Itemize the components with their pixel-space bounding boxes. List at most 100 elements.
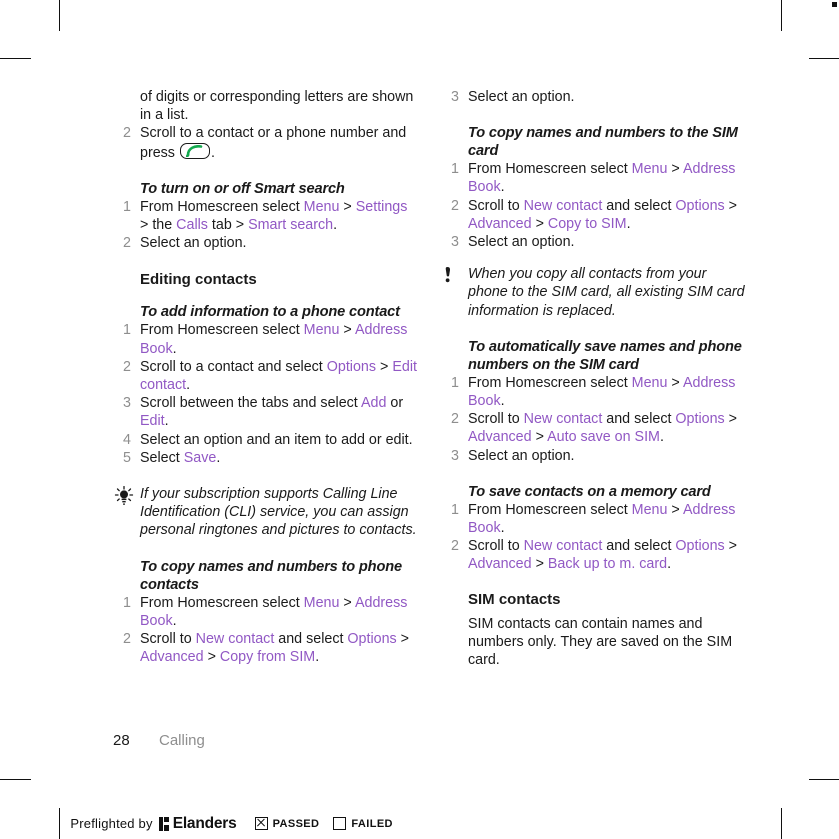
step-number: 2 — [451, 411, 459, 428]
step-number: 2 — [123, 125, 131, 142]
step-number: 5 — [123, 449, 131, 466]
elanders-mark-icon — [158, 816, 170, 831]
step-text: Select Save. — [140, 449, 221, 466]
list-item: 1 From Homescreen select Menu > Address … — [441, 501, 747, 537]
step-number: 1 — [123, 198, 131, 215]
preflight-divider — [59, 808, 61, 839]
ui-term: New contact — [523, 411, 603, 428]
task-heading-copy-to-phone: To copy names and numbers to phone conta… — [140, 558, 402, 593]
passed-checkbox-icon — [254, 817, 268, 830]
task-heading-copy-to-sim: To copy names and numbers to the SIM car… — [468, 125, 738, 160]
preflight-bar: Preflighted by Elanders PASSED FAILED — [59, 808, 393, 839]
exclamation-note-icon — [441, 266, 463, 286]
step-number: 1 — [451, 161, 459, 178]
note-text: When you copy all contacts from your pho… — [468, 266, 745, 319]
list-item: 1 From Homescreen select Menu > Address … — [441, 374, 747, 410]
ui-term: Add — [360, 395, 387, 412]
ui-term: Options — [675, 197, 725, 214]
step-number: 1 — [123, 322, 131, 339]
note-callout: When you copy all contacts from your pho… — [441, 265, 747, 320]
manual-page: of digits or corresponding letters are s… — [0, 0, 839, 839]
step-number: 1 — [123, 594, 131, 611]
ui-term: Save — [183, 449, 217, 466]
step-text: Select an option. — [468, 234, 575, 251]
list-item: 3 Select an option. — [441, 233, 747, 251]
step-text-after: . — [210, 144, 215, 161]
ui-term: Options — [347, 631, 397, 648]
list-item: 2 Scroll to a contact or a phone number … — [113, 124, 419, 161]
ui-term: Options — [675, 411, 725, 428]
step-text: From Homescreen select Menu > Address Bo… — [468, 374, 736, 410]
list-item: 3 Select an option. — [441, 88, 747, 106]
list-item: 4 Select an option and an item to add or… — [113, 431, 419, 449]
ui-term: Advanced — [468, 556, 532, 573]
step-number: 3 — [123, 395, 131, 412]
section-heading-editing-contacts: Editing contacts — [140, 271, 257, 289]
step-text: From Homescreen select Menu > Address Bo… — [140, 594, 408, 629]
continued-step-text: of digits or corresponding letters are s… — [140, 89, 414, 124]
list-item: 5 Select Save. — [113, 449, 419, 467]
ui-term: Menu — [631, 501, 668, 518]
preflight-failed-status: FAILED — [333, 817, 393, 830]
preflight-passed-status: PASSED — [254, 817, 320, 830]
ui-term: Settings — [355, 198, 408, 215]
passed-label: PASSED — [272, 817, 320, 830]
list-item: 3 Scroll between the tabs and select Add… — [113, 394, 419, 430]
failed-checkbox-icon — [333, 817, 347, 830]
step-text: From Homescreen select Menu > Settings >… — [140, 198, 408, 234]
list-item: 2 Select an option. — [113, 234, 419, 252]
right-column: 3 Select an option. To copy names and nu… — [441, 88, 747, 669]
copy-to-phone-steps: 1 From Homescreen select Menu > Address … — [113, 594, 419, 667]
ui-term: Menu — [631, 161, 668, 178]
chapter-name: Calling — [159, 732, 205, 749]
green-call-key-icon — [179, 142, 210, 159]
tip-callout: If your subscription supports Calling Li… — [113, 485, 419, 540]
sim-contacts-text: SIM contacts can contain names and numbe… — [468, 615, 733, 669]
step-number: 2 — [451, 197, 459, 214]
page-footer: 28 Calling — [113, 731, 205, 751]
ui-term: Options — [675, 538, 725, 555]
list-item: 2 Scroll to New contact and select Optio… — [113, 630, 419, 666]
step-text: Select an option. — [468, 89, 575, 105]
ui-term: Advanced — [468, 215, 532, 232]
copy-to-sim-steps: 1 From Homescreen select Menu > Address … — [441, 160, 747, 251]
step-text: Scroll to New contact and select Options… — [468, 538, 738, 573]
add-info-steps: 1 From Homescreen select Menu > Address … — [113, 321, 419, 467]
preflight-prefix: Preflighted by — [70, 816, 153, 831]
step-number: 3 — [451, 89, 459, 105]
step-number: 3 — [451, 234, 459, 251]
step-text: Scroll to a contact and select Options >… — [140, 358, 417, 394]
ui-term: Menu — [631, 374, 668, 391]
step-text: From Homescreen select Menu > Address Bo… — [140, 322, 408, 357]
elanders-wordmark: Elanders — [172, 814, 237, 832]
step-text: From Homescreen select Menu > Address Bo… — [468, 501, 736, 537]
step-text: Select an option. — [140, 235, 247, 252]
list-item: 1 From Homescreen select Menu > Settings… — [113, 198, 419, 234]
lightbulb-tip-icon — [113, 485, 135, 506]
ui-term: Calls — [176, 217, 208, 234]
ui-term: New contact — [523, 538, 603, 555]
ui-term: Auto save on SIM — [547, 429, 660, 446]
smart-search-steps: 1 From Homescreen select Menu > Settings… — [113, 198, 419, 253]
ui-term: Advanced — [140, 649, 204, 666]
step-number: 4 — [123, 431, 131, 448]
ui-term: New contact — [523, 197, 603, 214]
auto-save-steps: 1 From Homescreen select Menu > Address … — [441, 374, 747, 465]
ui-term: Menu — [303, 594, 340, 611]
list-item: 1 From Homescreen select Menu > Address … — [441, 160, 747, 196]
step-text: Scroll between the tabs and select Add o… — [140, 395, 404, 430]
continued-step-list-right: 3 Select an option. — [441, 88, 747, 106]
step-text: Scroll to a contact or a phone number an… — [140, 125, 406, 160]
task-heading-add-information: To add information to a phone contact — [140, 304, 400, 321]
step-number: 2 — [123, 631, 131, 648]
list-item: 1 From Homescreen select Menu > Address … — [113, 594, 419, 630]
step-text: Select an option. — [468, 447, 575, 464]
step-text: Scroll to New contact and select Options… — [468, 197, 738, 232]
elanders-logo: Elanders — [158, 814, 237, 833]
memory-card-steps: 1 From Homescreen select Menu > Address … — [441, 501, 747, 574]
task-heading-smart-search: To turn on or off Smart search — [140, 180, 345, 197]
continued-step-list: 2 Scroll to a contact or a phone number … — [113, 124, 419, 161]
ui-term: Back up to m. card — [547, 556, 668, 573]
step-number: 2 — [123, 235, 131, 252]
step-text: Scroll to New contact and select Options… — [140, 631, 410, 666]
